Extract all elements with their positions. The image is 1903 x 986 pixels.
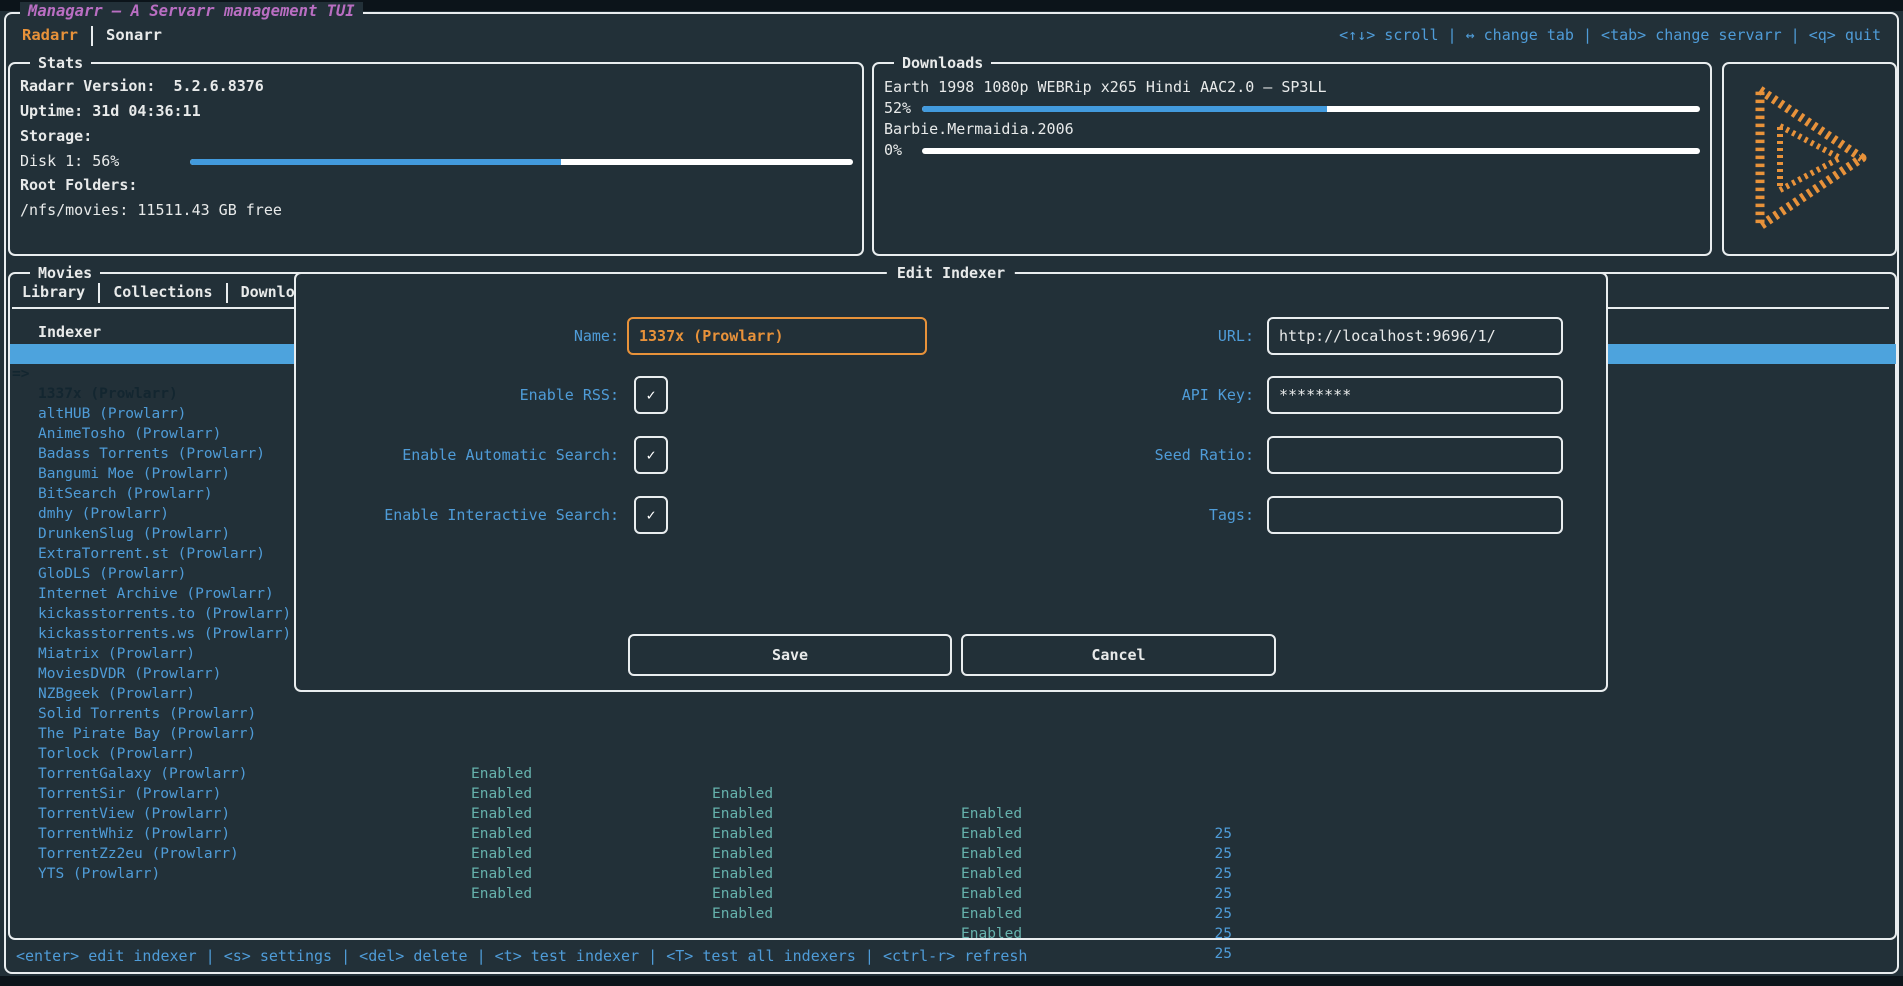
api-key-input[interactable]: ******** [1267, 376, 1563, 414]
tab-radarr[interactable]: Radarr [22, 25, 78, 46]
cancel-button[interactable]: Cancel [961, 634, 1276, 676]
name-label: Name: [306, 317, 619, 355]
movies-tabs: Library Collections Downloads [22, 282, 322, 303]
enable-interactive-search-label: Enable Interactive Search: [306, 496, 619, 534]
logo-panel [1722, 62, 1897, 256]
managarr-app: Managarr – A Servarr management TUI Rada… [0, 0, 1903, 986]
seed-ratio-label: Seed Ratio: [956, 436, 1254, 474]
cell-priority: 25 [1152, 884, 1232, 904]
cell-enable-interactive-search: Enabled [961, 884, 1022, 904]
download-progress-bar [922, 106, 1700, 112]
cell-priority: 25 [1152, 864, 1232, 884]
uptime: Uptime: 31d 04:36:11 [20, 100, 201, 122]
tags-input[interactable] [1267, 496, 1563, 534]
tab-separator [226, 283, 228, 303]
save-button[interactable]: Save [628, 634, 952, 676]
edit-indexer-modal: Edit Indexer Name: 1337x (Prowlarr) URL:… [294, 272, 1608, 692]
cell-priority: 25 [1152, 944, 1232, 964]
tab-separator [98, 283, 100, 303]
tab-collections[interactable]: Collections [113, 282, 212, 303]
stats-panel: Stats Radarr Version: 5.2.6.8376 Uptime:… [8, 62, 864, 256]
storage-label: Storage: [20, 125, 92, 147]
name-input[interactable]: 1337x (Prowlarr) [627, 317, 927, 355]
downloads-panel: Downloads Earth 1998 1080p WEBRip x265 H… [872, 62, 1712, 256]
disk-usage-label: Disk 1: 56% [20, 150, 119, 172]
movies-panel-title: Movies [30, 263, 100, 283]
url-label: URL: [956, 317, 1254, 355]
cell-priority: 25 [1152, 904, 1232, 924]
indexer-row[interactable]: TorrentWhiz (Prowlarr) Enabled Enabled E… [10, 784, 1896, 804]
cell-priority: 25 [1152, 924, 1232, 944]
radarr-version: Radarr Version: 5.2.6.8376 [20, 75, 264, 97]
terminal-bottom-strip [0, 976, 1903, 986]
tab-separator [91, 26, 93, 46]
indexer-row[interactable]: TorrentZz2eu (Prowlarr) Enabled Enabled … [10, 804, 1896, 824]
tab-sonarr[interactable]: Sonarr [106, 25, 162, 46]
cell-enable-rss: Enabled [471, 844, 532, 864]
api-key-label: API Key: [956, 376, 1254, 414]
enable-rss-checkbox[interactable]: ✓ [634, 376, 668, 414]
indexer-row[interactable]: TorrentSir (Prowlarr) Enabled Enabled En… [10, 744, 1896, 764]
download-progress-bar-fill [922, 106, 1327, 112]
enable-interactive-search-checkbox[interactable]: ✓ [634, 496, 668, 534]
cell-enable-automatic-search: Enabled [712, 864, 773, 884]
cell-enable-rss: Enabled [471, 884, 532, 904]
cell-enable-interactive-search: Enabled [961, 904, 1022, 924]
header-keyboard-hints: <↑↓> scroll | ↔ change tab | <tab> chang… [1339, 25, 1881, 46]
indexer-row[interactable]: TorrentGalaxy (Prowlarr) Enabled Enabled… [10, 724, 1896, 744]
cell-enable-automatic-search: Enabled [712, 844, 773, 864]
seed-ratio-input[interactable] [1267, 436, 1563, 474]
download-item-percent: 0% [884, 139, 902, 161]
cell-enable-automatic-search: Enabled [712, 904, 773, 924]
cell-priority: 25 [1152, 844, 1232, 864]
stats-panel-title: Stats [30, 53, 91, 73]
indexer-row[interactable]: YTS (Prowlarr) Enabled Enabled Enabled 2… [10, 824, 1896, 844]
indexer-row[interactable]: Torlock (Prowlarr) Enabled Enabled Enabl… [10, 704, 1896, 724]
app-title: Managarr – A Servarr management TUI [20, 2, 363, 21]
indexer-column-header: Indexer [38, 323, 101, 341]
indexer-row[interactable]: TorrentView (Prowlarr) Enabled Enabled E… [10, 764, 1896, 784]
download-item-title: Barbie.Mermaidia.2006 [884, 118, 1074, 140]
enable-rss-label: Enable RSS: [306, 376, 619, 414]
indexer-name: TorrentZz2eu (Prowlarr) [38, 844, 239, 864]
cell-enable-interactive-search: Enabled [961, 924, 1022, 944]
footer-keyboard-hints: <enter> edit indexer | <s> settings | <d… [16, 946, 1027, 967]
downloads-panel-title: Downloads [894, 53, 991, 73]
tags-label: Tags: [956, 496, 1254, 534]
root-folders-label: Root Folders: [20, 174, 137, 196]
enable-automatic-search-checkbox[interactable]: ✓ [634, 436, 668, 474]
cell-enable-automatic-search: Enabled [712, 884, 773, 904]
cell-enable-interactive-search: Enabled [961, 844, 1022, 864]
download-item-percent: 52% [884, 97, 911, 119]
indexer-name: YTS (Prowlarr) [38, 864, 160, 884]
cell-enable-interactive-search: Enabled [961, 864, 1022, 884]
modal-title: Edit Indexer [887, 263, 1015, 283]
cell-enable-rss: Enabled [471, 864, 532, 884]
enable-automatic-search-label: Enable Automatic Search: [306, 436, 619, 474]
root-folder-free-space: /nfs/movies: 11511.43 GB free [20, 199, 282, 221]
servarr-tabs: Radarr Sonarr [22, 25, 162, 46]
managarr-play-logo-icon [1736, 74, 1884, 242]
download-item-title: Earth 1998 1080p WEBRip x265 Hindi AAC2.… [884, 76, 1327, 98]
url-input[interactable]: http://localhost:9696/1/ [1267, 317, 1563, 355]
tab-library[interactable]: Library [22, 282, 85, 303]
disk-usage-bar-fill [190, 159, 561, 165]
disk-usage-bar [190, 159, 853, 165]
download-progress-bar [922, 148, 1700, 154]
